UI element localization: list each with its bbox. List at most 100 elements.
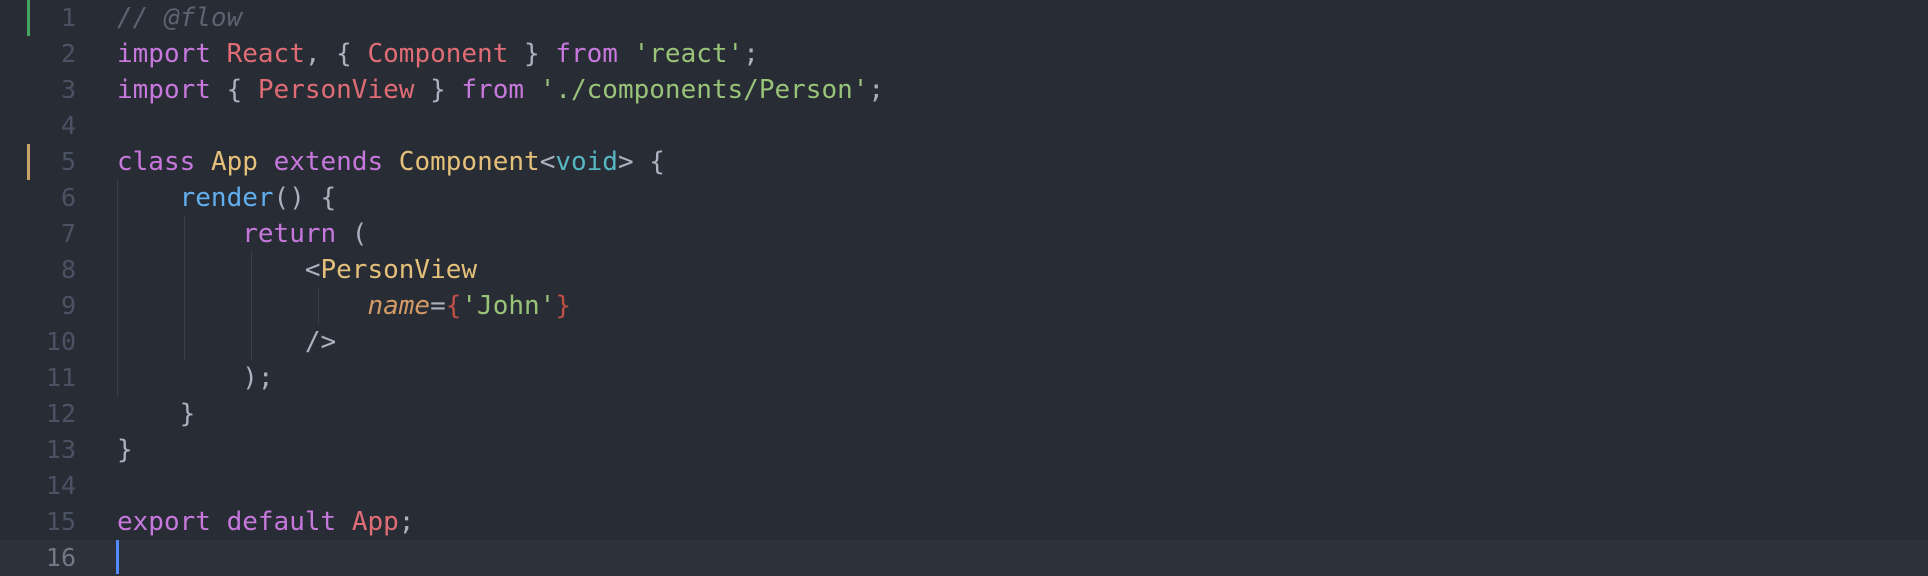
- code-token: void: [555, 147, 618, 177]
- code-text[interactable]: }: [117, 432, 133, 468]
- code-line[interactable]: 1 // @flow: [0, 0, 1928, 36]
- code-token: }: [508, 39, 556, 69]
- code-token: export: [117, 507, 211, 537]
- code-line[interactable]: 10 />: [0, 324, 1928, 360]
- code-token: );: [117, 363, 274, 393]
- code-text[interactable]: // @flow: [117, 0, 242, 36]
- code-token: }: [414, 75, 462, 105]
- code-line[interactable]: 13}: [0, 432, 1928, 468]
- code-text[interactable]: );: [117, 360, 274, 396]
- code-token: default: [226, 507, 337, 537]
- text-cursor: [116, 540, 119, 574]
- code-token: 'John': [461, 291, 556, 321]
- code-token: <: [539, 147, 556, 177]
- code-text[interactable]: class App extends Component<void> {: [117, 144, 665, 180]
- code-token: Component: [398, 147, 540, 177]
- code-token: ;: [868, 75, 885, 105]
- code-editor[interactable]: 16 15 export default App; 14 13} 12 } 11 ); 10 …: [0, 0, 1928, 576]
- code-token: {: [445, 291, 462, 321]
- code-token: from: [461, 75, 525, 105]
- code-token: () {: [273, 183, 337, 213]
- code-line[interactable]: 11 );: [0, 360, 1928, 396]
- code-token: from: [555, 39, 618, 69]
- code-line[interactable]: 8 <PersonView: [0, 252, 1928, 288]
- line-number[interactable]: 9: [0, 288, 76, 324]
- code-token: './components/Person': [539, 75, 869, 105]
- code-token: , {: [304, 39, 368, 69]
- line-number[interactable]: 10: [0, 324, 76, 360]
- code-token: import: [117, 75, 211, 105]
- code-line[interactable]: 4: [0, 108, 1928, 144]
- line-number[interactable]: 2: [0, 36, 76, 72]
- indent-guide: [117, 180, 118, 396]
- code-line[interactable]: 3 import { PersonView } from './component…: [0, 72, 1928, 108]
- code-token: App: [351, 507, 399, 537]
- code-token: 'react': [633, 39, 744, 69]
- code-line[interactable]: 9 name={'John'}: [0, 288, 1928, 324]
- code-text[interactable]: />: [117, 324, 336, 360]
- code-token: Component: [367, 39, 509, 69]
- code-text[interactable]: import React, { Component } from 'react'…: [117, 36, 759, 72]
- code-text[interactable]: import { PersonView } from './components…: [117, 72, 884, 108]
- indent-guide: [318, 288, 319, 324]
- line-number[interactable]: 3: [0, 72, 76, 108]
- indent-guide: [184, 216, 185, 360]
- code-token: PersonView: [320, 255, 478, 285]
- line-number[interactable]: 15: [0, 504, 76, 540]
- line-number[interactable]: 1: [0, 0, 76, 36]
- code-token: }: [117, 399, 196, 429]
- code-line[interactable]: 12 }: [0, 396, 1928, 432]
- code-token: =: [430, 291, 446, 321]
- code-line[interactable]: 14: [0, 468, 1928, 504]
- line-number[interactable]: 16: [0, 540, 76, 576]
- code-token: class: [117, 147, 196, 177]
- code-text[interactable]: export default App;: [117, 504, 414, 540]
- code-token: return: [242, 219, 337, 249]
- line-number[interactable]: 6: [0, 180, 76, 216]
- line-number[interactable]: 5: [0, 144, 76, 180]
- code-line[interactable]: 5 class App extends Component<void> {: [0, 144, 1928, 180]
- code-token: />: [117, 327, 337, 357]
- line-number[interactable]: 12: [0, 396, 76, 432]
- code-token: PersonView: [257, 75, 415, 105]
- line-number[interactable]: 14: [0, 468, 76, 504]
- code-token: React: [226, 39, 305, 69]
- line-number[interactable]: 4: [0, 108, 76, 144]
- code-token: ;: [743, 39, 759, 69]
- code-line[interactable]: 2 import React, { Component } from 'react…: [0, 36, 1928, 72]
- indent-guide: [251, 252, 252, 360]
- line-number[interactable]: 11: [0, 360, 76, 396]
- line-number[interactable]: 13: [0, 432, 76, 468]
- code-token: ;: [398, 507, 415, 537]
- code-token: <: [117, 255, 321, 285]
- code-text[interactable]: <PersonView: [117, 252, 477, 288]
- code-line[interactable]: 15 export default App;: [0, 504, 1928, 540]
- code-text[interactable]: name={'John'}: [117, 288, 571, 324]
- code-token: // @flow: [117, 3, 243, 33]
- code-line[interactable]: 16: [0, 540, 1928, 576]
- code-token: App: [210, 147, 258, 177]
- code-token: render: [179, 183, 274, 213]
- code-text[interactable]: return (: [117, 216, 367, 252]
- line-number[interactable]: 8: [0, 252, 76, 288]
- code-text[interactable]: }: [117, 396, 196, 432]
- code-line[interactable]: 6 render() {: [0, 180, 1928, 216]
- code-token: }: [555, 291, 571, 321]
- code-line[interactable]: 7 return (: [0, 216, 1928, 252]
- line-number[interactable]: 7: [0, 216, 76, 252]
- code-token: import: [117, 39, 211, 69]
- code-token: {: [210, 75, 258, 105]
- code-text[interactable]: render() {: [117, 180, 337, 216]
- code-token: > {: [617, 147, 665, 177]
- code-token: (: [336, 219, 368, 249]
